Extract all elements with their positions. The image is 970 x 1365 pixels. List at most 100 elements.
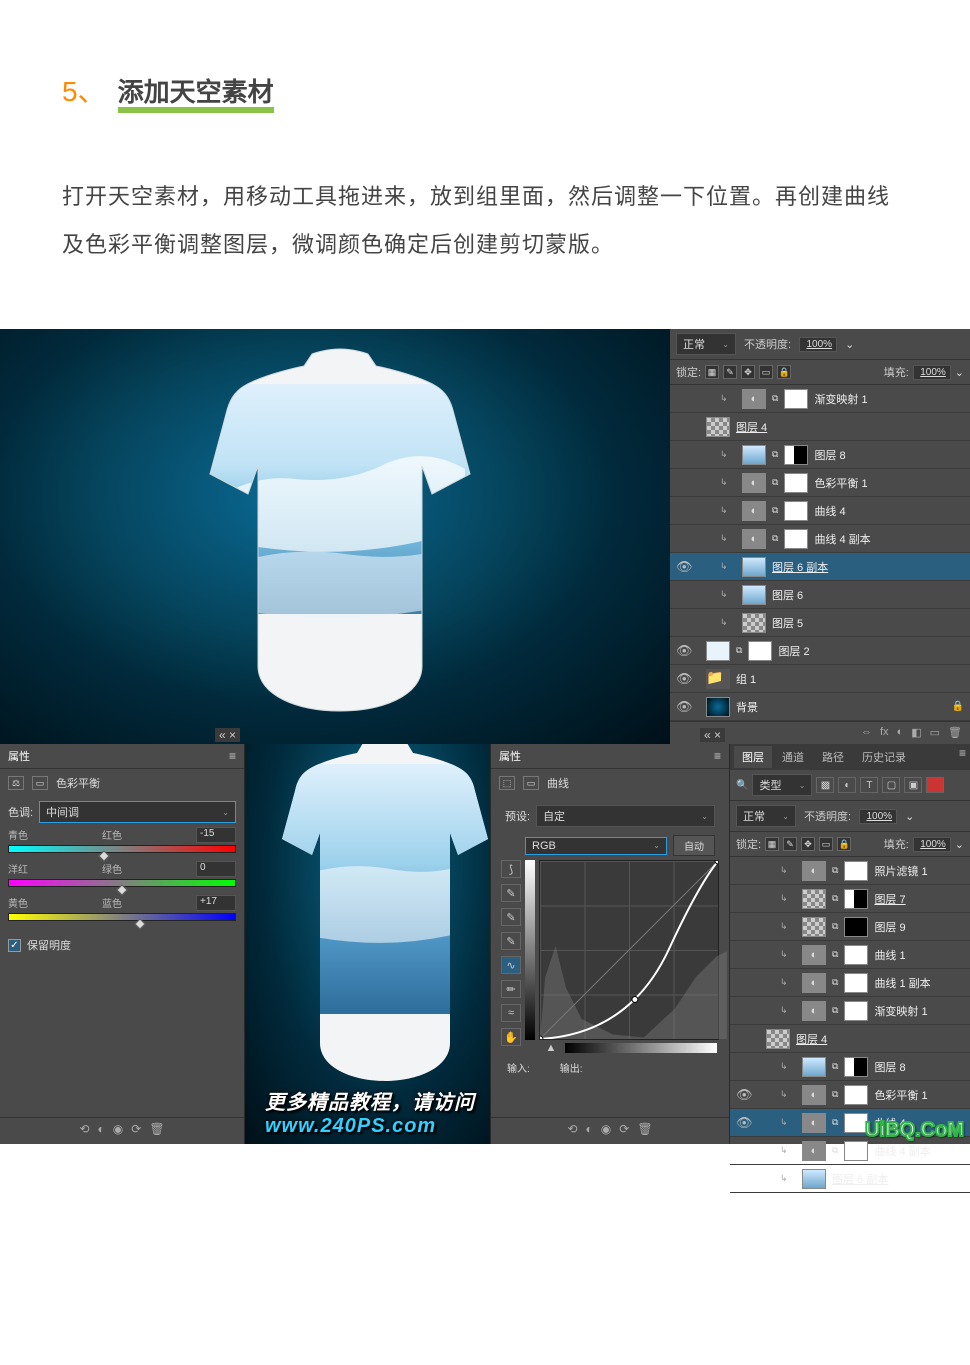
slider-track[interactable] [8, 845, 236, 853]
adjustment-thumb[interactable]: ◐ [802, 1141, 826, 1161]
tab-history[interactable]: 历史记录 [854, 746, 914, 768]
slider-value[interactable]: +17 [196, 895, 236, 911]
undo-icon[interactable]: ⟳ [619, 1122, 629, 1136]
layer-name[interactable]: 曲线 4 [814, 503, 968, 519]
slider-knob[interactable] [116, 885, 127, 896]
lock-all-icon[interactable]: 🔒 [837, 837, 851, 851]
layer-name[interactable]: 图层 8 [814, 447, 968, 463]
layer-row[interactable]: ↳◐⧉曲线 4 [670, 497, 970, 525]
layer-name[interactable]: 曲线 1 副本 [874, 975, 968, 991]
adjustment-thumb[interactable]: ◐ [802, 945, 826, 965]
layer-name[interactable]: 图层 7 [874, 891, 968, 907]
filter-dropdown[interactable]: 类型⌄ [752, 774, 812, 796]
properties-tab[interactable]: 属性 [8, 748, 30, 764]
lock-position-icon[interactable]: ✥ [801, 837, 815, 851]
visibility-icon[interactable]: 👁 [676, 699, 690, 715]
opacity-flyout[interactable]: ⌄ [845, 338, 854, 351]
layer-thumb[interactable] [766, 1029, 790, 1049]
layer-row[interactable]: ↳◐⧉渐变映射 1 [730, 997, 970, 1025]
filter-smart-icon[interactable]: ▣ [904, 777, 922, 793]
layer-thumb[interactable] [802, 1169, 826, 1189]
tab-channels[interactable]: 通道 [774, 746, 812, 768]
layer-row[interactable]: 图层 4 [670, 413, 970, 441]
opacity-value[interactable]: 100% [859, 809, 897, 824]
layer-thumb[interactable] [802, 889, 826, 909]
visibility-icon[interactable]: 👁 [736, 1115, 750, 1131]
new-layer-icon[interactable]: ▭ [930, 726, 940, 739]
layer-thumb[interactable] [706, 697, 730, 717]
mask-thumb[interactable] [844, 861, 868, 881]
layer-thumb[interactable] [706, 669, 730, 689]
mask-thumb[interactable] [844, 1057, 868, 1077]
layer-row[interactable]: ↳图层 6 [670, 581, 970, 609]
target-adjust-icon[interactable]: ⟆ [501, 860, 521, 878]
layer-row[interactable]: ↳◐⧉照片滤镜 1 [730, 857, 970, 885]
layer-row[interactable]: ↳◐⧉曲线 4 副本 [670, 525, 970, 553]
preset-dropdown[interactable]: 自定⌄ [536, 805, 715, 827]
layer-name[interactable]: 图层 6 [772, 587, 968, 603]
visibility-icon[interactable]: 👁 [676, 559, 690, 575]
layer-row[interactable]: ↳图层 5 [670, 609, 970, 637]
layer-row[interactable]: ↳⧉图层 8 [670, 441, 970, 469]
layer-thumb[interactable] [742, 557, 766, 577]
slider-value[interactable]: -15 [196, 827, 236, 843]
visibility-icon[interactable]: 👁 [736, 1087, 750, 1103]
lock-brush-icon[interactable]: ✎ [723, 365, 737, 379]
mask-thumb[interactable] [784, 501, 808, 521]
layer-thumb[interactable] [802, 917, 826, 937]
panel-menu-icon[interactable]: ≡ [714, 749, 721, 763]
lock-all-icon[interactable]: 🔒 [777, 365, 791, 379]
hand-icon[interactable]: ✋ [501, 1028, 521, 1046]
mask-thumb[interactable] [784, 389, 808, 409]
layer-row[interactable]: 👁↳图层 6 副本 [670, 553, 970, 581]
layer-name[interactable]: 图层 2 [778, 643, 968, 659]
fill-value[interactable]: 100% [913, 837, 951, 852]
layer-row[interactable]: ↳⧉图层 7 [730, 885, 970, 913]
layer-thumb[interactable] [706, 417, 730, 437]
adjustment-thumb[interactable]: ◐ [802, 1085, 826, 1105]
layer-name[interactable]: 图层 4 [736, 419, 968, 435]
auto-button[interactable]: 自动 [673, 835, 715, 856]
fill-value[interactable]: 100% [913, 365, 951, 380]
layer-row[interactable]: 图层 4 [730, 1025, 970, 1053]
reset-icon[interactable]: ◉ [601, 1122, 611, 1136]
eyedropper-gray-icon[interactable]: ✎ [501, 908, 521, 926]
blend-mode-dropdown[interactable]: 正常⌄ [736, 805, 796, 827]
lock-pixels-icon[interactable]: ▦ [765, 837, 779, 851]
lock-brush-icon[interactable]: ✎ [783, 837, 797, 851]
filter-shape-icon[interactable]: ▢ [882, 777, 900, 793]
lock-artboard-icon[interactable]: ▭ [759, 365, 773, 379]
layer-name[interactable]: 渐变映射 1 [874, 1003, 968, 1019]
layer-thumb[interactable] [802, 1057, 826, 1077]
lock-pixels-icon[interactable]: ▦ [705, 365, 719, 379]
layer-name[interactable]: 色彩平衡 1 [814, 475, 968, 491]
layer-name[interactable]: 图层 5 [772, 615, 968, 631]
slider-knob[interactable] [134, 919, 145, 930]
tab-layers[interactable]: 图层 [734, 746, 772, 768]
mask-thumb[interactable] [844, 917, 868, 937]
layer-thumb[interactable] [742, 585, 766, 605]
smooth-icon[interactable]: ≈ [501, 1004, 521, 1022]
layer-name[interactable]: 照片滤镜 1 [874, 863, 968, 879]
adjustment-icon[interactable]: ◧ [911, 726, 921, 739]
delete-icon[interactable]: 🗑 [637, 1122, 652, 1136]
visibility-icon[interactable]: 👁 [676, 671, 690, 687]
eyedropper-black-icon[interactable]: ✎ [501, 884, 521, 902]
mask-thumb[interactable] [784, 445, 808, 465]
layer-row[interactable]: ↳◐⧉曲线 1 副本 [730, 969, 970, 997]
adjustment-thumb[interactable]: ◐ [742, 501, 766, 521]
lock-artboard-icon[interactable]: ▭ [819, 837, 833, 851]
layer-row[interactable]: 👁背景🔒 [670, 693, 970, 721]
tab-paths[interactable]: 路径 [814, 746, 852, 768]
preserve-luminosity-checkbox[interactable]: ✓ [8, 939, 21, 952]
mask-thumb[interactable] [844, 1001, 868, 1021]
slider-value[interactable]: 0 [196, 861, 236, 877]
layer-thumb[interactable] [706, 641, 730, 661]
adjustment-thumb[interactable]: ◐ [742, 529, 766, 549]
layer-name[interactable]: 图层 4 [796, 1031, 968, 1047]
layer-row[interactable]: ↳◐⧉曲线 1 [730, 941, 970, 969]
mask-thumb[interactable] [844, 1141, 868, 1161]
close-icon[interactable]: « × [700, 728, 725, 742]
delete-icon[interactable]: 🗑 [149, 1122, 164, 1136]
layer-name[interactable]: 图层 8 [874, 1059, 968, 1075]
